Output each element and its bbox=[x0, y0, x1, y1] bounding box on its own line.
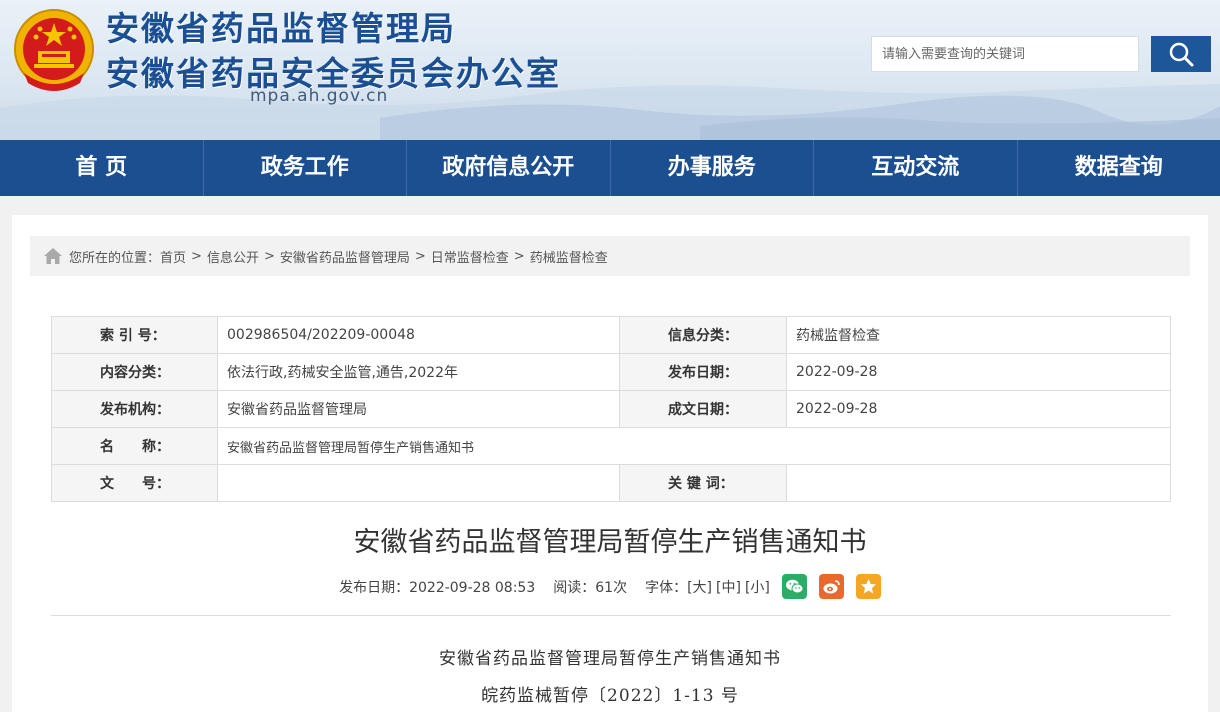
breadcrumb-separator: > bbox=[191, 248, 202, 264]
breadcrumb-link-daily-inspection[interactable]: 日常监督检查 bbox=[431, 247, 509, 266]
table-row: 文 号： 关 键 词： bbox=[51, 464, 1171, 502]
publishing-org-label: 发布机构： bbox=[51, 390, 218, 428]
breadcrumb-separator: > bbox=[263, 248, 275, 264]
site-domain: mpa.ah.gov.cn bbox=[250, 86, 389, 106]
article-read-count: 阅读：61次 bbox=[553, 579, 628, 596]
doc-name-label: 名 称： bbox=[51, 427, 218, 465]
info-table: 索 引 号： 002986504/202209-00048 信息分类： 药械监督… bbox=[51, 316, 1171, 502]
doc-name-value: 安徽省药品监督管理局暂停生产销售通知书 bbox=[217, 427, 1171, 465]
site-header: 安徽省药品监督管理局 安徽省药品安全委员会办公室 mpa.ah.gov.cn bbox=[0, 0, 1220, 140]
weibo-icon bbox=[823, 580, 840, 594]
nav-item-government-affairs[interactable]: 政务工作 bbox=[202, 140, 407, 196]
share-weibo-button[interactable] bbox=[818, 574, 844, 599]
publishing-org-value: 安徽省药品监督管理局 bbox=[217, 390, 620, 428]
breadcrumb-link-info-disclosure[interactable]: 信息公开 bbox=[207, 247, 259, 266]
national-emblem bbox=[14, 9, 94, 91]
divider bbox=[51, 615, 1171, 616]
font-size-label: 字体： bbox=[645, 579, 688, 596]
article-body-heading: 安徽省药品监督管理局暂停生产销售通知书 bbox=[439, 649, 781, 669]
publish-date-value: 2022-09-28 bbox=[786, 353, 1171, 391]
table-row: 发布机构： 安徽省药品监督管理局 成文日期： 2022-09-28 bbox=[51, 390, 1171, 428]
content-category-label: 内容分类： bbox=[51, 353, 218, 391]
nav-item-home[interactable]: 首 页 bbox=[0, 140, 203, 196]
main-nav: 首 页 政务工作 政府信息公开 办事服务 互动交流 数据查询 bbox=[0, 140, 1220, 196]
article-document-number: 皖药监械暂停〔2022〕1-13 号 bbox=[481, 686, 739, 706]
font-size-medium-button[interactable]: [中] bbox=[716, 577, 741, 597]
content-panel: 您所在的位置： 首页 > 信息公开 > 安徽省药品监督管理局 > 日常监督检查 … bbox=[12, 215, 1208, 712]
breadcrumb-link-device-inspection[interactable]: 药械监督检查 bbox=[530, 247, 608, 266]
index-label: 索 引 号： bbox=[51, 316, 218, 354]
category-value: 药械监督检查 bbox=[786, 316, 1171, 354]
font-size-large-button[interactable]: [大] bbox=[687, 577, 712, 597]
breadcrumb-prefix: 您所在的位置： bbox=[69, 250, 161, 266]
table-row: 名 称： 安徽省药品监督管理局暂停生产销售通知书 bbox=[51, 427, 1171, 465]
nav-item-services[interactable]: 办事服务 bbox=[609, 140, 814, 196]
category-label: 信息分类： bbox=[619, 316, 787, 354]
keywords-value bbox=[786, 464, 1171, 502]
share-wechat-button[interactable] bbox=[781, 574, 807, 599]
content-category-value: 依法行政,药械安全监管,通告,2022年 bbox=[217, 353, 620, 391]
doc-number-label: 文 号： bbox=[51, 464, 218, 502]
table-row: 内容分类： 依法行政,药械安全监管,通告,2022年 发布日期： 2022-09… bbox=[51, 353, 1171, 391]
wechat-icon bbox=[785, 579, 804, 594]
breadcrumb: 您所在的位置： 首页 > 信息公开 > 安徽省药品监督管理局 > 日常监督检查 … bbox=[30, 236, 1190, 276]
table-row: 索 引 号： 002986504/202209-00048 信息分类： 药械监督… bbox=[51, 316, 1171, 354]
favorite-button[interactable] bbox=[855, 574, 881, 599]
index-value: 002986504/202209-00048 bbox=[217, 316, 620, 354]
article-meta: 发布日期：2022-09-28 08:53 阅读：61次 字体： [大] [中]… bbox=[12, 574, 1208, 599]
nav-item-info-disclosure[interactable]: 政府信息公开 bbox=[406, 140, 610, 196]
breadcrumb-separator: > bbox=[414, 248, 426, 264]
nav-item-data-query[interactable]: 数据查询 bbox=[1016, 140, 1220, 196]
breadcrumb-separator: > bbox=[513, 248, 525, 264]
publish-date-label: 发布日期： bbox=[619, 353, 787, 391]
keywords-label: 关 键 词： bbox=[619, 464, 787, 502]
written-date-label: 成文日期： bbox=[619, 390, 787, 428]
search-input[interactable] bbox=[871, 36, 1139, 72]
nav-item-interaction[interactable]: 互动交流 bbox=[813, 140, 1017, 196]
breadcrumb-link-bureau[interactable]: 安徽省药品监督管理局 bbox=[280, 247, 410, 266]
search-button[interactable] bbox=[1151, 36, 1211, 72]
written-date-value: 2022-09-28 bbox=[786, 390, 1171, 428]
favorite-star-icon bbox=[860, 579, 876, 594]
doc-number-value bbox=[217, 464, 620, 502]
article-publish-date: 发布日期：2022-09-28 08:53 bbox=[339, 579, 536, 596]
site-title-line1: 安徽省药品监督管理局 bbox=[106, 9, 456, 48]
breadcrumb-link-home[interactable]: 首页 bbox=[160, 247, 186, 266]
font-size-small-button[interactable]: [小] bbox=[745, 577, 770, 597]
search-icon bbox=[1169, 42, 1194, 67]
home-icon bbox=[43, 247, 63, 265]
article-title: 安徽省药品监督管理局暂停生产销售通知书 bbox=[353, 527, 867, 558]
